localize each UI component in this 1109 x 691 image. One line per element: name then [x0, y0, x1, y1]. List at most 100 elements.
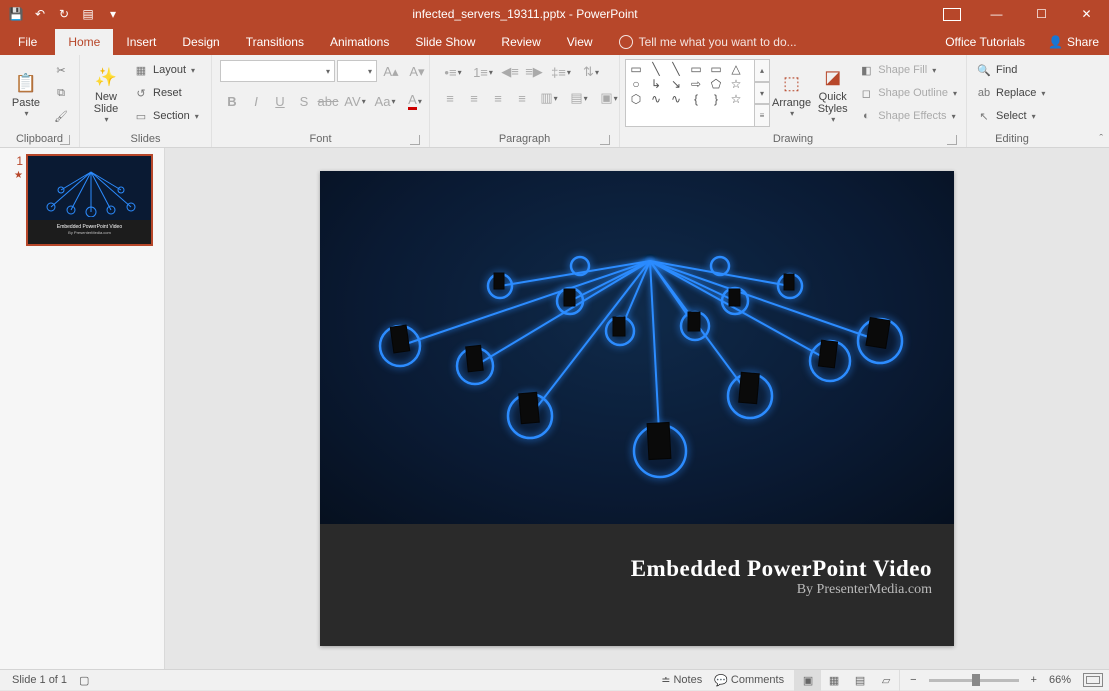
- text-direction-button[interactable]: ⇅▾: [576, 60, 606, 84]
- gallery-expand[interactable]: ≡: [754, 104, 770, 127]
- redo-icon[interactable]: ↻: [56, 6, 72, 22]
- align-right-button[interactable]: ≡: [486, 86, 510, 110]
- change-case-button[interactable]: Aa▾: [370, 89, 400, 113]
- shape-effects-icon: ◐: [858, 108, 874, 124]
- minimize-button[interactable]: —: [974, 0, 1019, 28]
- font-name-combo[interactable]: ▾: [220, 60, 335, 82]
- increase-indent-button[interactable]: ≡▶: [522, 60, 546, 84]
- shadow-button[interactable]: S: [292, 89, 316, 113]
- decrease-font-button[interactable]: A▾: [405, 60, 429, 84]
- copy-button[interactable]: ⧉: [49, 82, 73, 104]
- collapse-ribbon-button[interactable]: ˆ: [1099, 133, 1103, 145]
- maximize-button[interactable]: ☐: [1019, 0, 1064, 28]
- zoom-in-button[interactable]: +: [1025, 670, 1043, 691]
- close-button[interactable]: ✕: [1064, 0, 1109, 28]
- increase-font-button[interactable]: A▴: [379, 60, 403, 84]
- justify-button[interactable]: ≡: [510, 86, 534, 110]
- columns-button[interactable]: ▥▾: [534, 86, 564, 110]
- tab-slideshow[interactable]: Slide Show: [402, 29, 488, 55]
- tab-view[interactable]: View: [554, 29, 606, 55]
- fit-to-window-button[interactable]: [1083, 673, 1103, 687]
- ribbon-options-button[interactable]: [929, 0, 974, 28]
- align-left-button[interactable]: ≡: [438, 86, 462, 110]
- char-spacing-button[interactable]: AV▾: [340, 89, 370, 113]
- decrease-indent-button[interactable]: ◀≡: [498, 60, 522, 84]
- paste-button[interactable]: 📋 Paste ▾: [5, 59, 47, 127]
- slide[interactable]: Embedded PowerPoint Video By PresenterMe…: [320, 171, 954, 646]
- bold-button[interactable]: B: [220, 89, 244, 113]
- undo-icon[interactable]: ↶: [32, 6, 48, 22]
- numbering-button[interactable]: 1≡▾: [468, 60, 498, 84]
- clipboard-launcher[interactable]: [60, 135, 70, 145]
- italic-button[interactable]: I: [244, 89, 268, 113]
- font-color-button[interactable]: A▾: [400, 89, 430, 113]
- copy-icon: ⧉: [53, 85, 69, 101]
- slide-title-text[interactable]: Embedded PowerPoint Video: [320, 556, 932, 582]
- sorter-view-button[interactable]: ▦: [821, 670, 847, 691]
- thumbnail-network-graphic: [36, 162, 146, 217]
- start-from-beginning-icon[interactable]: ▤: [80, 6, 96, 22]
- thumb-subtitle: By PresenterMedia.com: [28, 230, 151, 235]
- tab-file[interactable]: File: [0, 29, 55, 55]
- slide-thumbnail-1[interactable]: Embedded PowerPoint Video By PresenterMe…: [26, 154, 153, 246]
- shape-outline-button[interactable]: ◻Shape Outline▾: [854, 82, 961, 104]
- tell-me-search[interactable]: Tell me what you want to do...: [606, 29, 810, 55]
- shape-fill-button[interactable]: ◧Shape Fill▾: [854, 59, 961, 81]
- tab-review[interactable]: Review: [488, 29, 553, 55]
- window-controls: — ☐ ✕: [929, 0, 1109, 28]
- comments-button[interactable]: 💬 Comments: [708, 670, 790, 691]
- slideshow-view-button[interactable]: ▱: [873, 670, 899, 691]
- zoom-out-button[interactable]: −: [904, 670, 922, 691]
- section-icon: ▭: [133, 108, 149, 124]
- font-launcher[interactable]: [410, 135, 420, 145]
- tab-transitions[interactable]: Transitions: [233, 29, 317, 55]
- select-button[interactable]: ↖Select▾: [972, 105, 1049, 127]
- gallery-scroll-down[interactable]: ▾: [754, 82, 770, 105]
- spellcheck-button[interactable]: ▢: [73, 670, 95, 691]
- shape-effects-button[interactable]: ◐Shape Effects▾: [854, 105, 961, 127]
- share-button[interactable]: 👤 Share: [1038, 35, 1109, 49]
- find-button[interactable]: 🔍Find: [972, 59, 1049, 81]
- line-spacing-button[interactable]: ‡≡▾: [546, 60, 576, 84]
- animation-indicator-icon[interactable]: ★: [14, 170, 23, 181]
- align-text-button[interactable]: ▤▾: [564, 86, 594, 110]
- tab-insert[interactable]: Insert: [113, 29, 169, 55]
- normal-view-button[interactable]: ▣: [795, 670, 821, 691]
- arrange-button[interactable]: ⬚ Arrange▾: [772, 59, 811, 127]
- arrange-label: Arrange: [772, 97, 811, 109]
- slide-subtitle-text[interactable]: By PresenterMedia.com: [320, 582, 932, 598]
- new-slide-button[interactable]: ✨ New Slide▾: [85, 59, 127, 127]
- reset-button[interactable]: ↺Reset: [129, 82, 203, 104]
- replace-button[interactable]: abReplace▾: [972, 82, 1049, 104]
- save-icon[interactable]: 💾: [8, 6, 24, 22]
- section-button[interactable]: ▭Section▾: [129, 105, 203, 127]
- font-size-combo[interactable]: ▾: [337, 60, 377, 82]
- paragraph-launcher[interactable]: [600, 135, 610, 145]
- cut-button[interactable]: ✂: [49, 59, 73, 81]
- layout-button[interactable]: ▦Layout▾: [129, 59, 203, 81]
- format-painter-button[interactable]: 🖌: [49, 105, 73, 127]
- bullets-button[interactable]: •≡▾: [438, 60, 468, 84]
- slide-count[interactable]: Slide 1 of 1: [6, 670, 73, 691]
- slide-canvas[interactable]: Embedded PowerPoint Video By PresenterMe…: [165, 148, 1109, 669]
- drawing-launcher[interactable]: [947, 135, 957, 145]
- reset-icon: ↺: [133, 85, 149, 101]
- notes-button[interactable]: ≐ Notes: [655, 670, 708, 691]
- strikethrough-button[interactable]: abc: [316, 89, 340, 113]
- office-tutorials-link[interactable]: Office Tutorials: [932, 29, 1038, 55]
- comments-label: Comments: [731, 674, 784, 686]
- quick-styles-button[interactable]: ◪ Quick Styles▾: [813, 59, 852, 127]
- tab-design[interactable]: Design: [169, 29, 232, 55]
- reading-view-button[interactable]: ▤: [847, 670, 873, 691]
- layout-label: Layout: [153, 64, 186, 76]
- tab-home[interactable]: Home: [55, 29, 113, 55]
- shapes-gallery[interactable]: ▭╲╲▭▭△ ○↳↘⇨⬠☆ ⬡∿∿{}☆: [625, 59, 755, 127]
- zoom-slider[interactable]: [929, 679, 1019, 682]
- zoom-level[interactable]: 66%: [1049, 674, 1071, 686]
- align-center-button[interactable]: ≡: [462, 86, 486, 110]
- tab-animations[interactable]: Animations: [317, 29, 402, 55]
- gallery-scroll-up[interactable]: ▴: [754, 59, 770, 82]
- qat-dropdown-icon[interactable]: ▾: [105, 6, 121, 22]
- slide-thumbnails-pane[interactable]: 1 ★: [0, 148, 165, 669]
- underline-button[interactable]: U: [268, 89, 292, 113]
